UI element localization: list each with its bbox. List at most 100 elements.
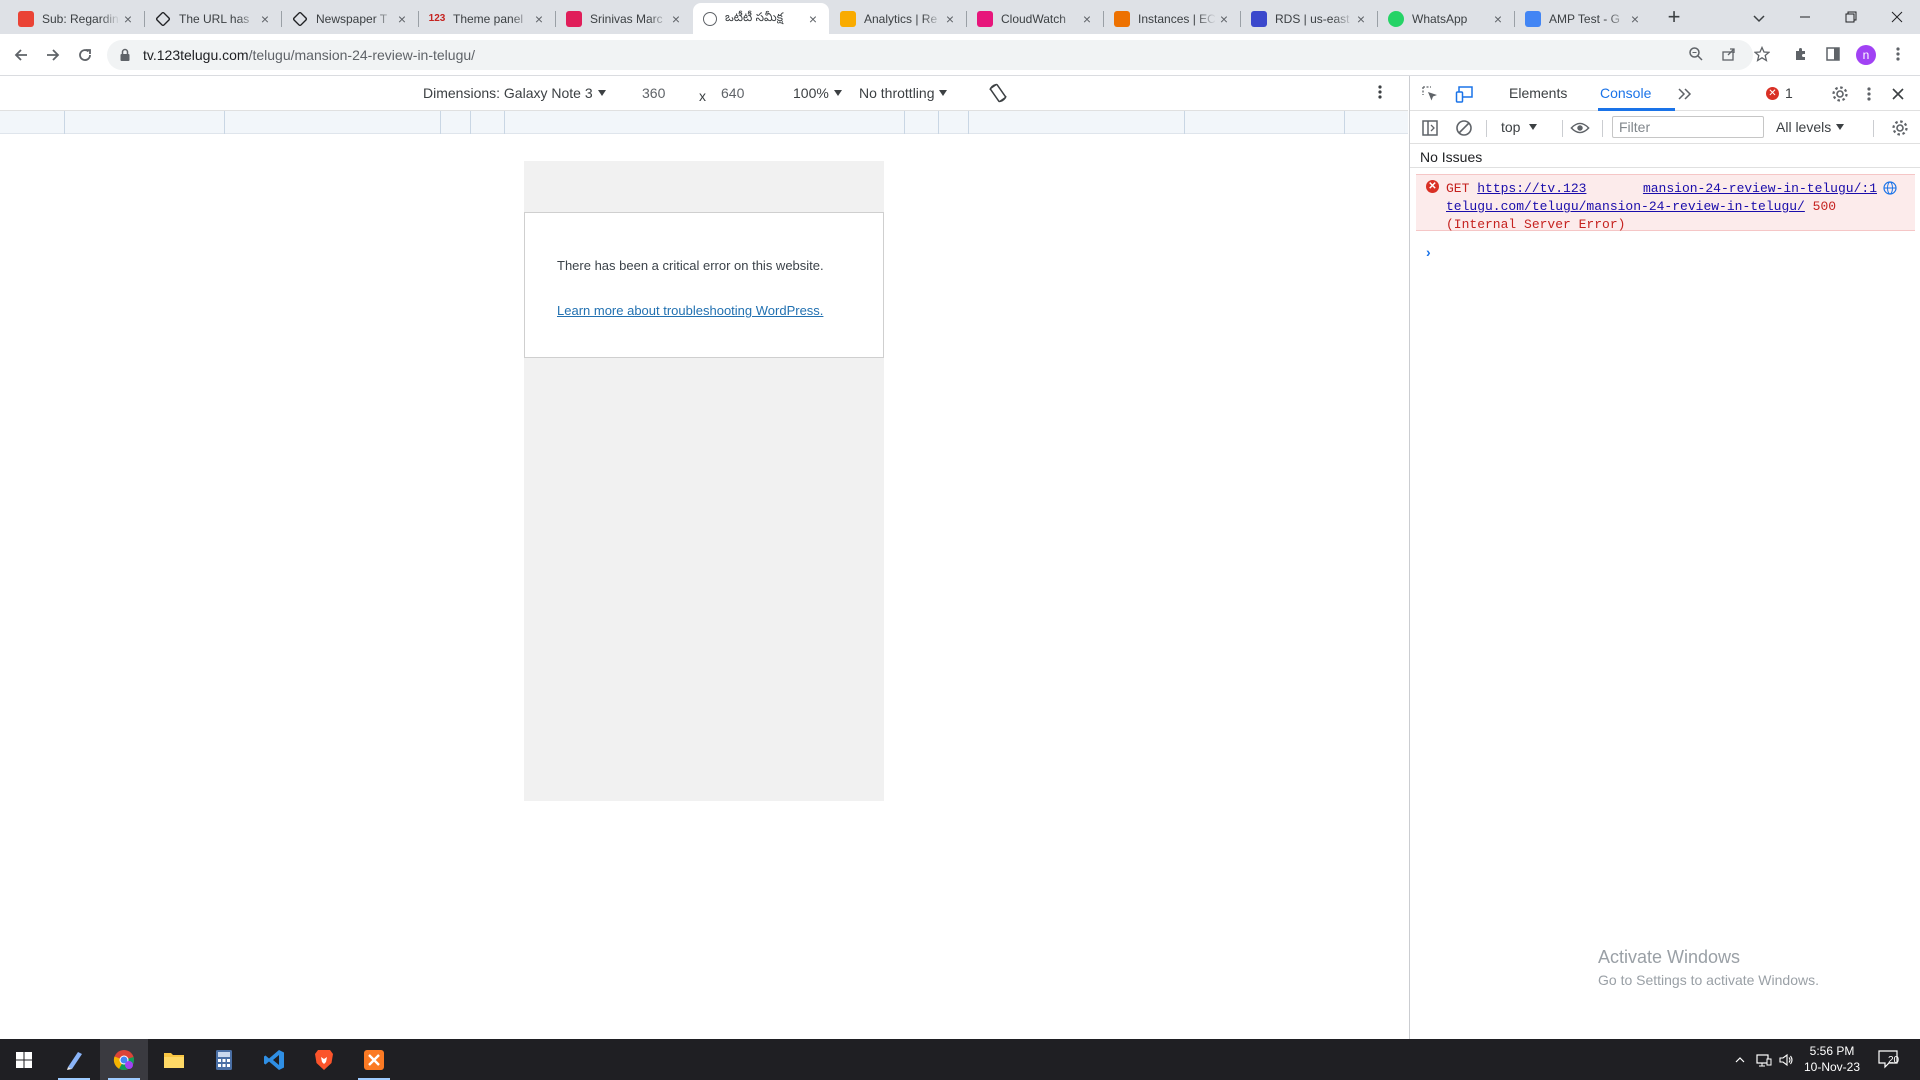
taskbar-calculator[interactable] [200, 1039, 248, 1080]
notification-count: 20 [1888, 1055, 1900, 1066]
browser-tab[interactable]: Sub: Regarding × [8, 3, 144, 34]
context-label: top [1501, 119, 1521, 135]
bookmark-button[interactable] [1749, 41, 1775, 67]
chrome-icon [113, 1049, 134, 1070]
more-tabs-button[interactable] [1675, 84, 1695, 104]
error-icon: ✕ [1766, 86, 1779, 100]
live-expression-button[interactable] [1570, 118, 1590, 138]
show-hidden-icons-button[interactable] [1734, 1039, 1746, 1080]
close-devtools-button[interactable] [1888, 84, 1908, 104]
devtools-settings-button[interactable] [1830, 84, 1850, 104]
throttling-select[interactable]: No throttling [859, 85, 948, 101]
source-location-link[interactable]: mansion-24-review-in-telugu/:1 [1643, 180, 1877, 198]
browser-tab[interactable]: WhatsApp × [1378, 3, 1514, 34]
request-url-part2[interactable]: telugu.com/telugu/mansion-24-review-in-t… [1446, 199, 1805, 214]
tab-elements[interactable]: Elements [1509, 85, 1567, 101]
kebab-menu-icon [1896, 47, 1900, 61]
console-toolbar: top All levels [1410, 111, 1920, 144]
devtools-tabbar: Elements Console ✕ 1 [1410, 76, 1920, 111]
taskbar-file-explorer[interactable] [150, 1039, 198, 1080]
console-prompt[interactable]: › [1426, 244, 1431, 260]
taskbar-xampp[interactable] [350, 1039, 398, 1080]
back-button[interactable] [7, 41, 35, 69]
tab-close-icon[interactable]: × [805, 11, 821, 27]
device-toolbar-toggle[interactable] [1455, 84, 1475, 104]
media-query-bar[interactable] [0, 111, 1408, 134]
tab-close-icon[interactable]: × [668, 11, 684, 27]
close-window-button[interactable] [1874, 0, 1920, 34]
extensions-button[interactable] [1788, 41, 1814, 67]
taskbar-notepad[interactable] [50, 1039, 98, 1080]
error-count-badge[interactable]: ✕ 1 [1766, 85, 1793, 101]
minimize-button[interactable] [1782, 0, 1828, 34]
request-method: GET [1446, 181, 1470, 196]
profile-avatar[interactable]: n [1856, 45, 1876, 65]
tab-close-icon[interactable]: × [942, 11, 958, 27]
context-select[interactable]: top [1501, 119, 1538, 135]
browser-tab[interactable]: RDS | us-east × [1241, 3, 1377, 34]
browser-tab[interactable]: ఒటీటీ సమీక్ష × [693, 3, 829, 34]
star-icon [1754, 46, 1770, 62]
network-request-icon[interactable] [1883, 181, 1897, 195]
troubleshooting-link[interactable]: Learn more about troubleshooting WordPre… [557, 303, 823, 318]
browser-tab[interactable]: Instances | EC × [1104, 3, 1240, 34]
clear-console-button[interactable] [1454, 118, 1474, 138]
device-toolbar-more-button[interactable] [1378, 84, 1382, 103]
side-panel-button[interactable] [1820, 41, 1846, 67]
show-sidebar-button[interactable] [1420, 118, 1440, 138]
volume-tray-icon[interactable] [1778, 1039, 1794, 1080]
tab-search-button[interactable] [1746, 5, 1772, 31]
browser-tab[interactable]: CloudWatch × [967, 3, 1103, 34]
zoom-select[interactable]: 100% [793, 85, 842, 101]
tab-console[interactable]: Console [1600, 85, 1651, 101]
tab-title: Instances | EC [1138, 11, 1216, 26]
device-dimensions-select[interactable]: Dimensions: Galaxy Note 3 [423, 85, 606, 101]
devtools-menu-button[interactable] [1859, 84, 1879, 104]
taskbar-chrome[interactable] [100, 1039, 148, 1080]
tab-close-icon[interactable]: × [1079, 11, 1095, 27]
start-button[interactable] [0, 1039, 48, 1080]
tab-close-icon[interactable]: × [394, 11, 410, 27]
browser-tab[interactable]: 123 Theme panel × [419, 3, 555, 34]
chrome-menu-button[interactable] [1885, 41, 1911, 67]
console-settings-button[interactable] [1890, 118, 1910, 138]
notepad-icon [67, 1051, 82, 1070]
rotate-button[interactable] [987, 82, 1009, 107]
tab-close-icon[interactable]: × [1216, 11, 1232, 27]
share-button[interactable] [1716, 41, 1742, 67]
zoom-label: 100% [793, 85, 829, 101]
inspect-element-button[interactable] [1420, 84, 1440, 104]
log-levels-select[interactable]: All levels [1776, 119, 1845, 135]
tab-close-icon[interactable]: × [531, 11, 547, 27]
tab-close-icon[interactable]: × [257, 11, 273, 27]
browser-tab[interactable]: The URL has × [145, 3, 281, 34]
device-height-input[interactable]: 640 [721, 85, 744, 101]
forward-button[interactable] [39, 41, 67, 69]
taskbar-brave[interactable] [300, 1039, 348, 1080]
network-tray-icon[interactable] [1756, 1039, 1772, 1080]
taskbar-vscode[interactable] [250, 1039, 298, 1080]
tab-close-icon[interactable]: × [1353, 11, 1369, 27]
browser-tab[interactable]: Srinivas Marc × [556, 3, 692, 34]
browser-tab[interactable]: Newspaper T × [282, 3, 418, 34]
clock-date: 10-Nov-23 [1803, 1060, 1861, 1074]
browser-tab[interactable]: Analytics | Re × [830, 3, 966, 34]
browser-tab[interactable]: AMP Test - G × [1515, 3, 1651, 34]
new-tab-button[interactable]: + [1660, 5, 1688, 31]
issues-summary[interactable]: No Issues [1410, 144, 1920, 168]
device-width-input[interactable]: 360 [642, 85, 665, 101]
tab-close-icon[interactable]: × [1627, 11, 1643, 27]
address-bar[interactable]: tv.123telugu.com/telugu/mansion-24-revie… [107, 40, 1753, 70]
notification-center-button[interactable]: 20 [1878, 1049, 1900, 1069]
console-filter-input[interactable] [1612, 116, 1764, 138]
tab-close-icon[interactable]: × [120, 11, 136, 27]
taskbar-clock[interactable]: 5:56 PM 10-Nov-23 [1800, 1043, 1864, 1075]
request-url-part1[interactable]: https://tv.123 [1477, 181, 1586, 196]
tab-close-icon[interactable]: × [1490, 11, 1506, 27]
zoom-icon [1689, 47, 1703, 61]
restore-button[interactable] [1828, 0, 1874, 34]
double-chevron-right-icon [1678, 88, 1692, 100]
chevron-down-icon [1753, 15, 1765, 23]
reload-button[interactable] [71, 41, 99, 69]
zoom-button[interactable] [1683, 41, 1709, 67]
